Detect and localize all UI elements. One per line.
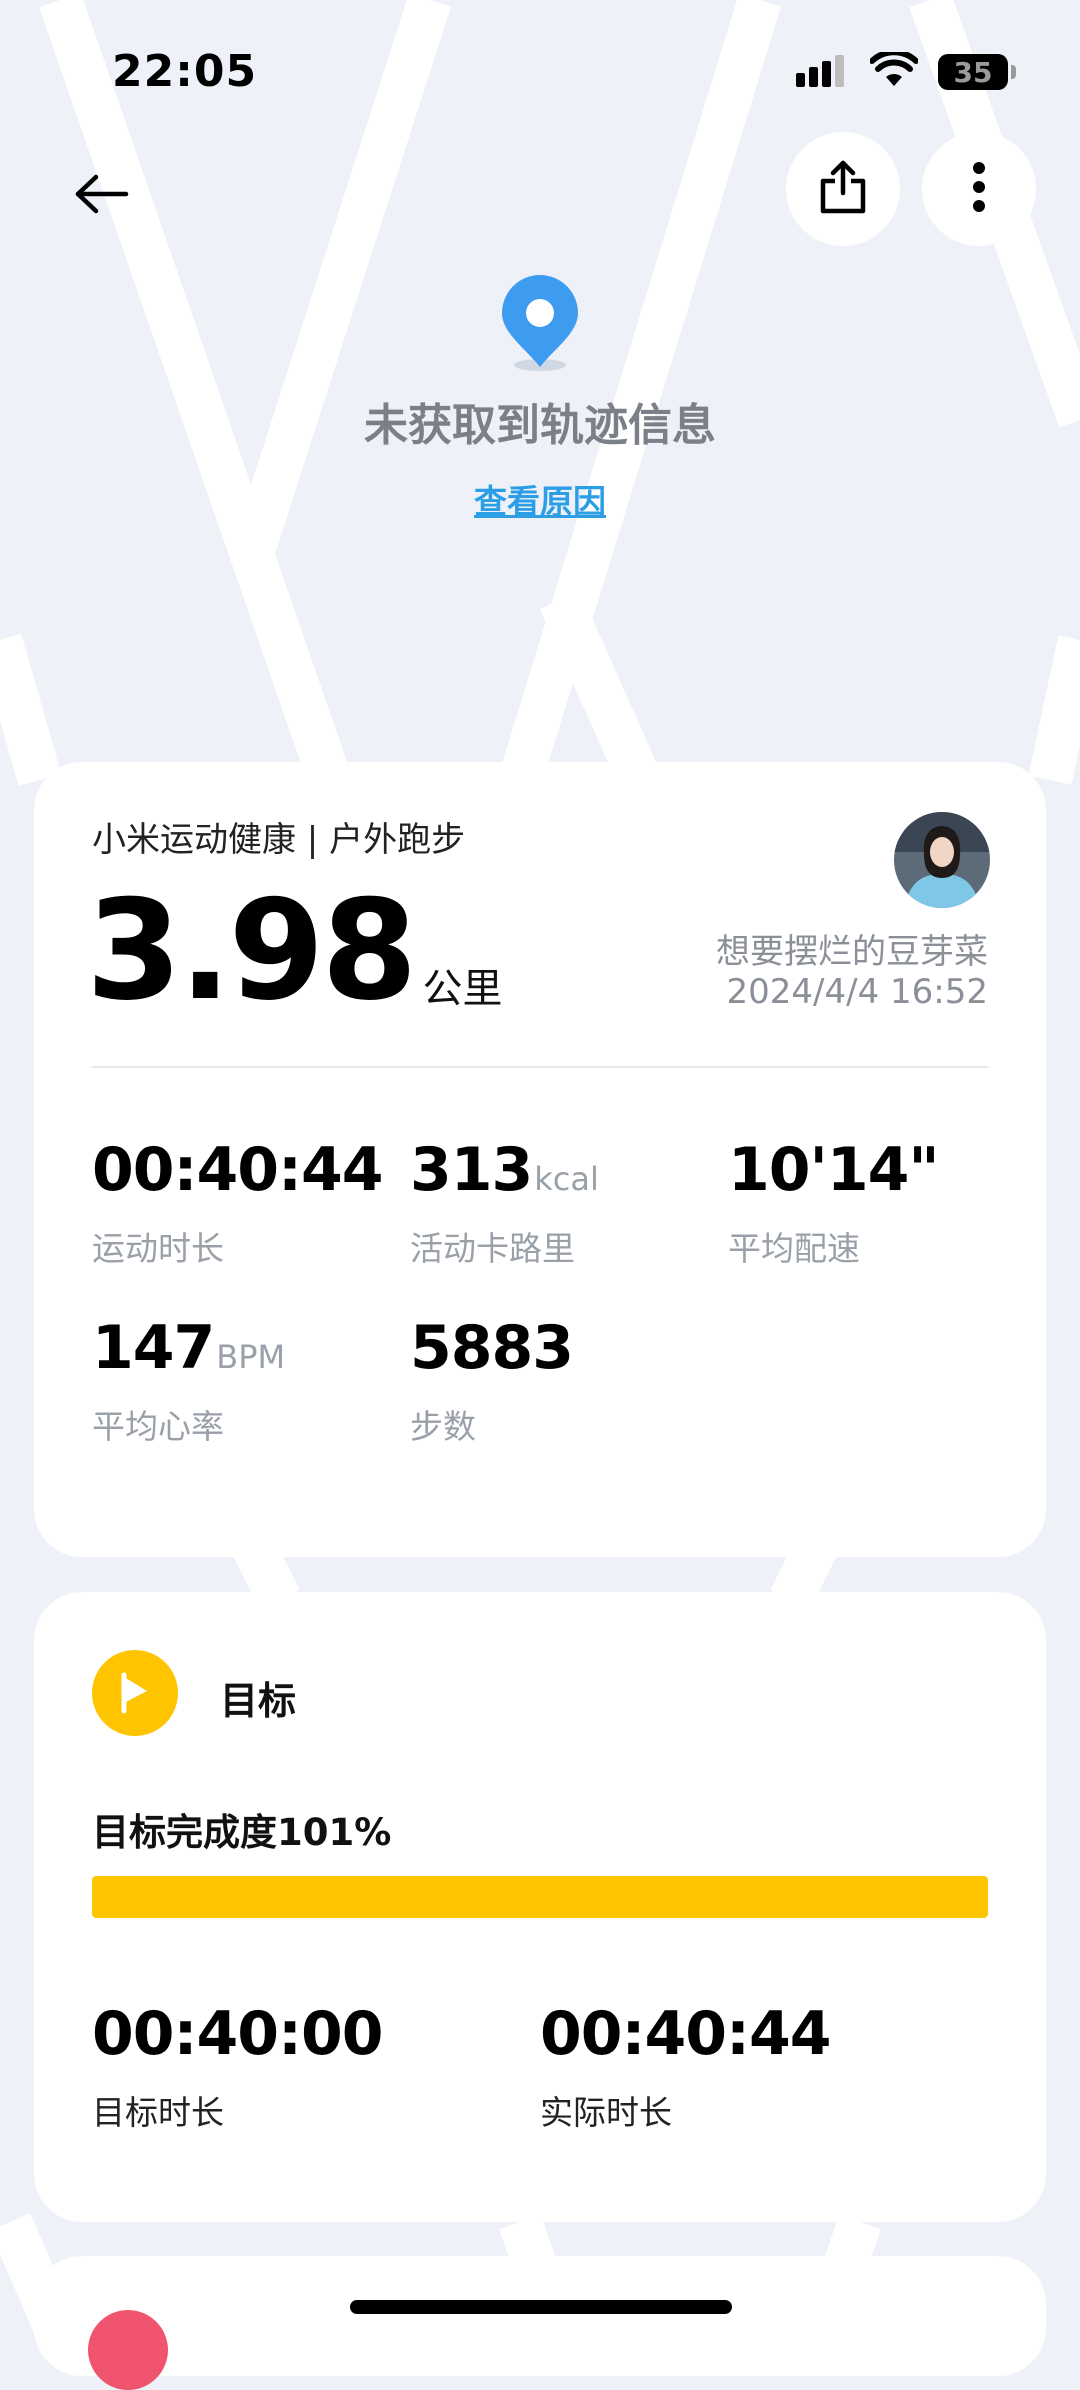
metric-duration: 00:40:44 运动时长 (92, 1140, 384, 1270)
divider (92, 1066, 988, 1068)
goal-title: 目标 (220, 1679, 297, 1723)
metric-number: 147 (92, 1313, 215, 1383)
metric-label: 活动卡路里 (410, 1229, 575, 1268)
home-indicator[interactable] (350, 2300, 732, 2314)
battery-level: 35 (953, 55, 993, 89)
arrow-left-icon (74, 174, 130, 218)
goal-progress-bar (92, 1876, 988, 1918)
view-reason-link[interactable]: 查看原因 (474, 475, 606, 523)
more-vertical-icon (971, 161, 987, 217)
goal-card[interactable]: 目标 目标完成度101% 00:40:00 目标时长 00:40:44 实际时长 (34, 1592, 1046, 2222)
metric-number: 00:40:44 (92, 1135, 383, 1205)
cellular-signal-icon (796, 53, 850, 91)
back-button[interactable] (66, 160, 138, 232)
metric-steps: 5883 步数 (410, 1318, 575, 1448)
record-datetime: 2024/4/4 16:52 (726, 972, 989, 1012)
metric-calories: 313 kcal 活动卡路里 (410, 1140, 599, 1270)
status-time: 22:05 (112, 46, 258, 97)
next-card[interactable] (34, 2256, 1046, 2390)
goal-actual-value: 00:40:44 (540, 1999, 831, 2069)
avatar[interactable] (894, 812, 990, 908)
metric-value: 00:40:44 (92, 1140, 384, 1200)
goal-target-duration: 00:40:00 目标时长 (92, 1999, 383, 2134)
distance-display: 3.98 公里 (86, 882, 503, 1020)
play-flag-icon (92, 1650, 178, 1736)
metric-label: 平均心率 (92, 1407, 224, 1446)
metric-label: 步数 (410, 1407, 476, 1446)
metric-label: 运动时长 (92, 1229, 224, 1268)
metric-avg-pace: 10'14" 平均配速 (728, 1140, 941, 1270)
user-name: 想要摆烂的豆芽菜 (716, 932, 988, 972)
share-icon (818, 159, 868, 219)
metric-number: 313 (410, 1135, 533, 1205)
goal-target-value: 00:40:00 (92, 1999, 383, 2069)
workout-summary-card: 小米运动健康 | 户外跑步 3.98 公里 想要摆烂的豆芽菜 2024/4/4 … (34, 762, 1046, 1557)
goal-progress-fill (92, 1876, 988, 1918)
metric-unit: kcal (534, 1160, 599, 1198)
workout-source-label: 小米运动健康 | 户外跑步 (92, 820, 466, 860)
goal-target-label: 目标时长 (92, 2093, 224, 2132)
distance-unit: 公里 (422, 966, 503, 1012)
metric-value: 5883 (410, 1318, 575, 1378)
goal-actual-label: 实际时长 (540, 2093, 672, 2132)
no-track-info: 未获取到轨迹信息 查看原因 (0, 275, 1080, 523)
status-bar: 22:05 35 (0, 0, 1080, 150)
metric-label: 平均配速 (728, 1229, 860, 1268)
metric-number: 10'14" (728, 1135, 940, 1205)
metric-value: 147 BPM (92, 1318, 285, 1378)
goal-actual-duration: 00:40:44 实际时长 (540, 1999, 831, 2134)
heart-icon (88, 2310, 168, 2390)
status-icons: 35 (796, 49, 1016, 92)
metric-number: 5883 (410, 1313, 574, 1383)
metric-unit: BPM (216, 1338, 286, 1376)
share-button[interactable] (786, 132, 900, 246)
metric-avg-heart-rate: 147 BPM 平均心率 (92, 1318, 285, 1448)
location-pin-icon (498, 275, 582, 379)
distance-value: 3.98 (86, 870, 417, 1031)
wifi-icon (869, 49, 919, 92)
metric-value: 10'14" (728, 1140, 941, 1200)
battery-icon: 35 (938, 54, 1016, 90)
goal-progress-label: 目标完成度101% (92, 1811, 392, 1854)
more-options-button[interactable] (922, 132, 1036, 246)
no-track-message: 未获取到轨迹信息 (364, 400, 716, 451)
metric-value: 313 kcal (410, 1140, 599, 1200)
